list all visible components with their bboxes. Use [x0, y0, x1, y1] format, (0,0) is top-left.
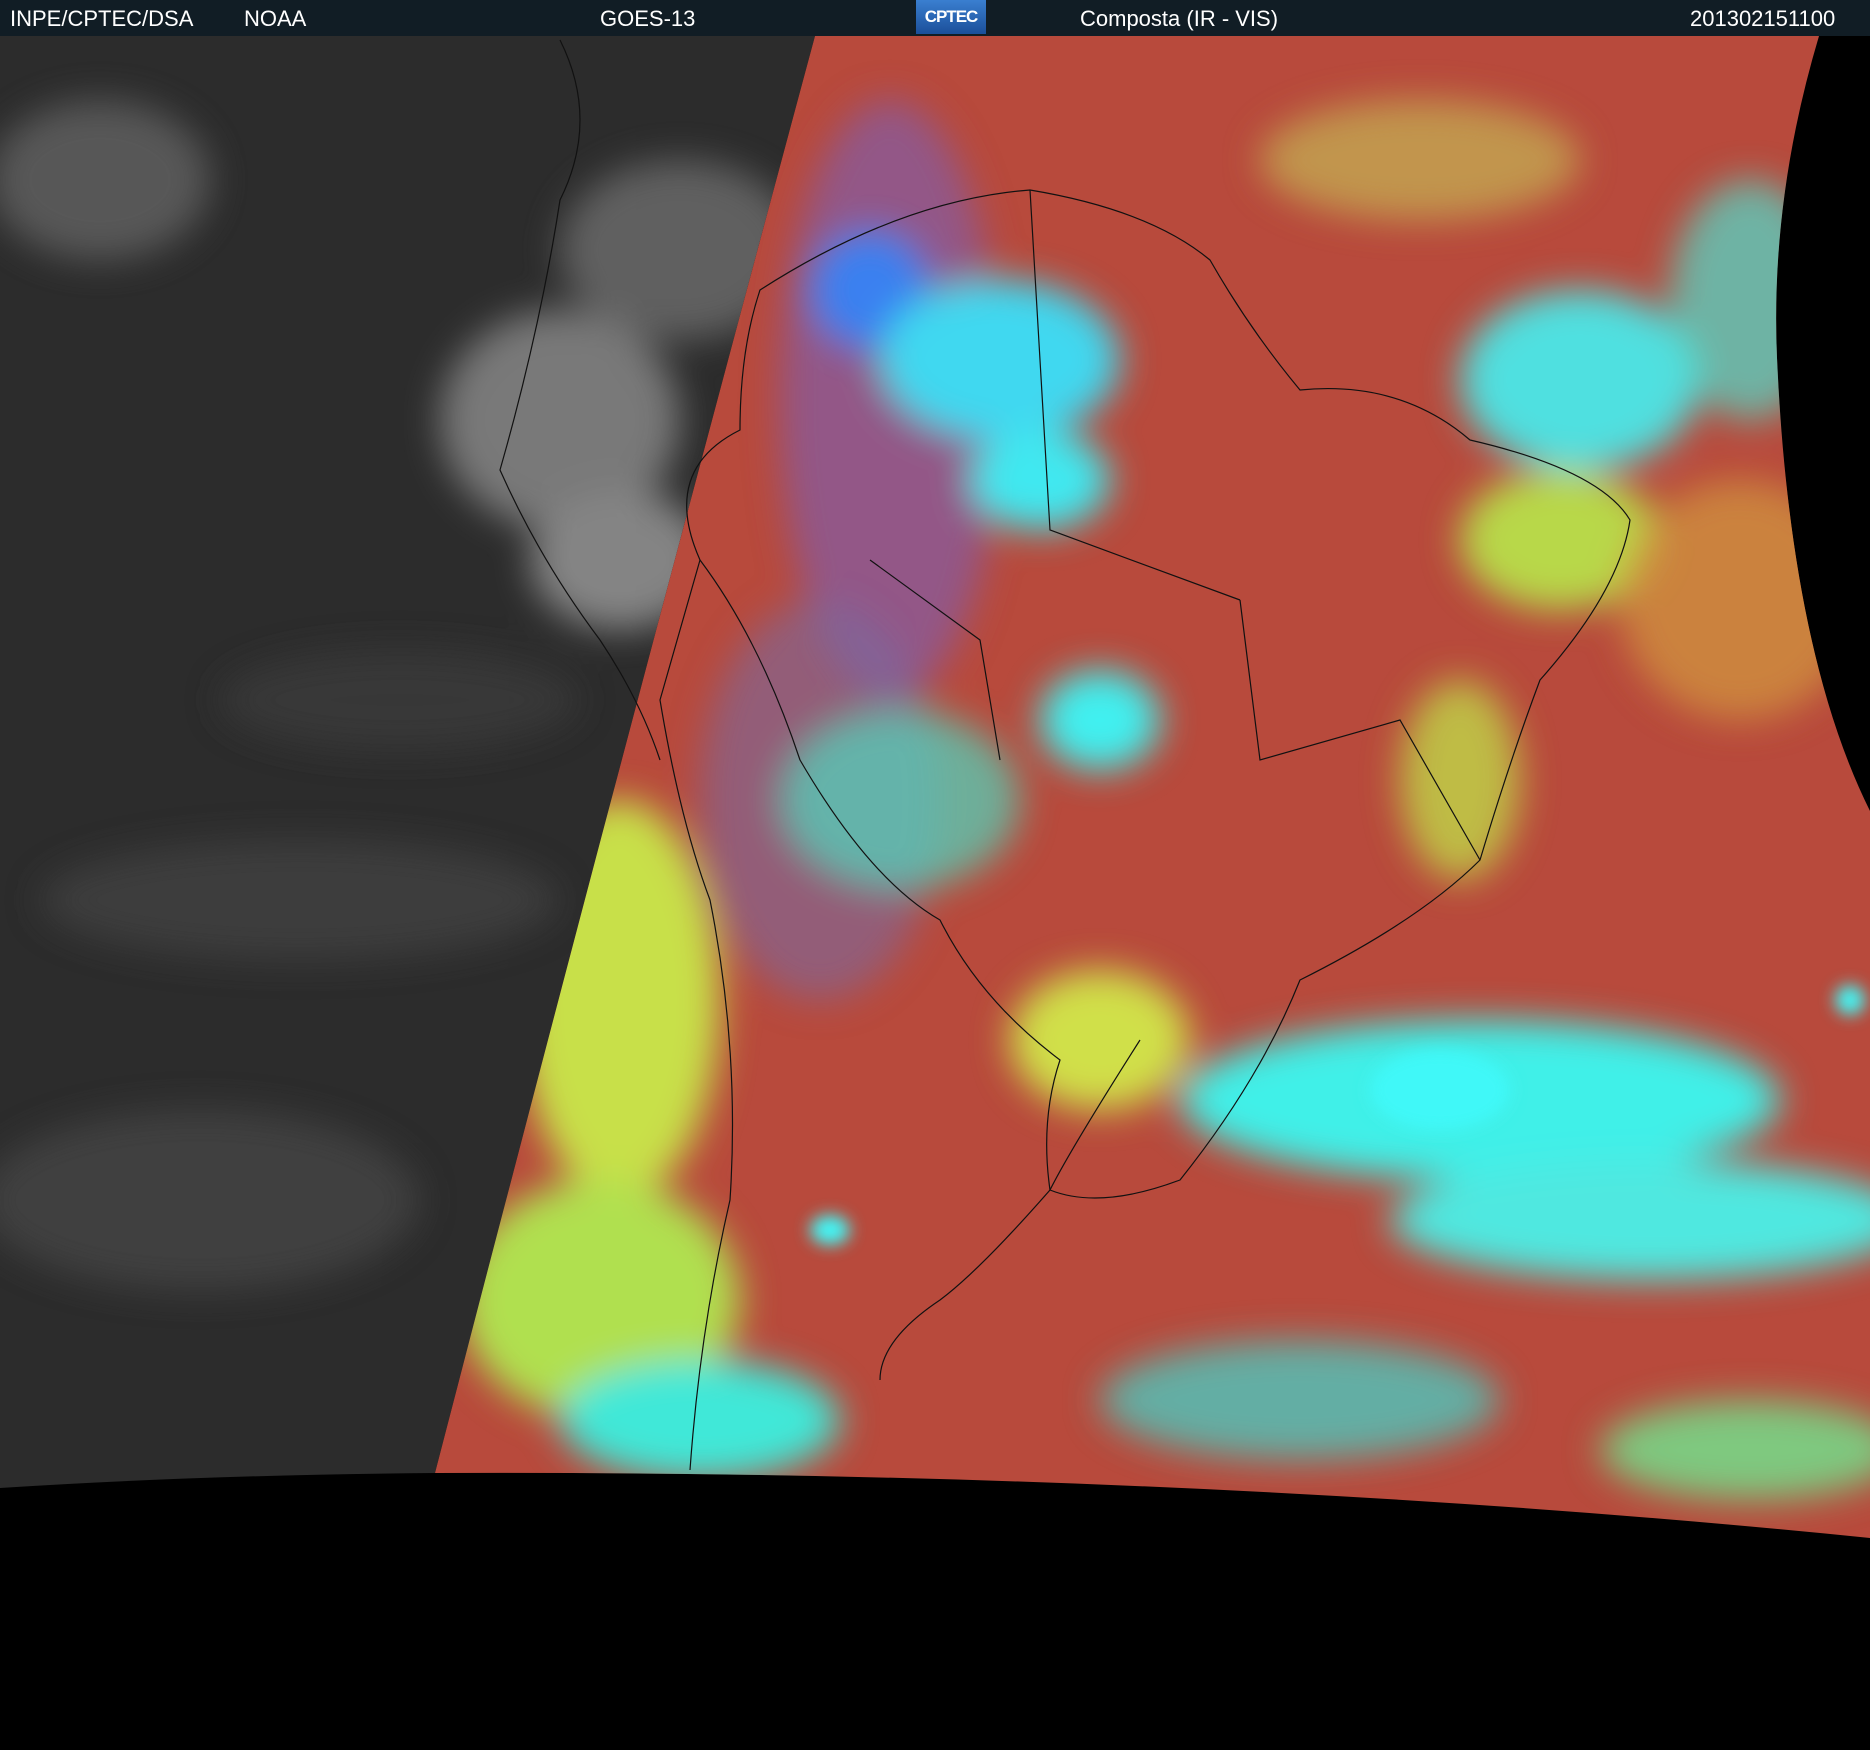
source-label: NOAA — [244, 6, 307, 31]
product-label: Composta (IR - VIS) — [1080, 6, 1279, 31]
datetime-label: 201302151100 — [1690, 6, 1836, 31]
satellite-image — [0, 36, 1870, 1750]
satellite-label: GOES-13 — [600, 6, 696, 31]
cptec-logo: CPTEC — [916, 0, 986, 34]
agency-label: INPE/CPTEC/DSA — [10, 6, 194, 31]
image-header: INPE/CPTEC/DSA NOAA GOES-13 CPTEC Compos… — [0, 0, 1870, 37]
